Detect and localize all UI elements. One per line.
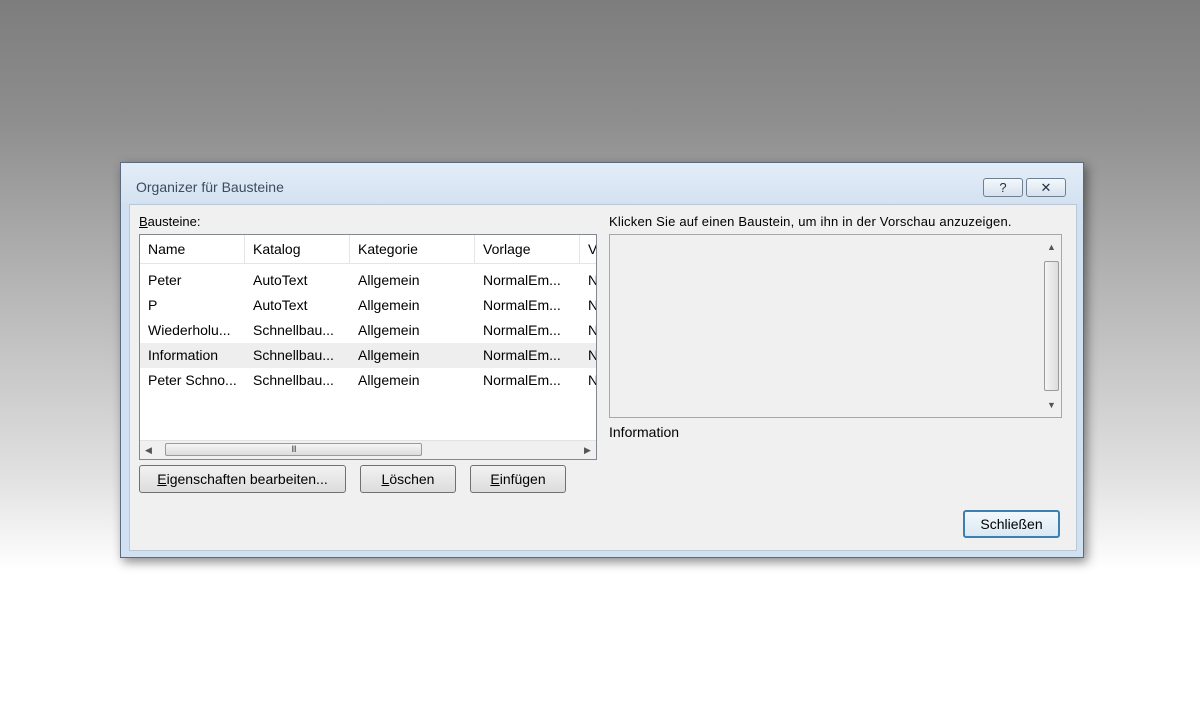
- cell-template: NormalEm...: [483, 322, 561, 338]
- cell-template: NormalEm...: [483, 297, 561, 313]
- vertical-scroll-thumb[interactable]: [1044, 261, 1059, 391]
- cell-template: NormalEm...: [483, 347, 561, 363]
- horizontal-scroll-thumb[interactable]: III: [165, 443, 422, 456]
- cell-template: NormalEm...: [483, 372, 561, 388]
- column-header-category[interactable]: Kategorie: [350, 235, 475, 263]
- cell-name: Peter Schno...: [148, 372, 237, 388]
- building-blocks-label: Bausteine:: [139, 214, 201, 229]
- cell-catalog: AutoText: [253, 297, 308, 313]
- cell-extra: N: [580, 368, 596, 393]
- insert-button[interactable]: Einfügen: [470, 465, 566, 493]
- help-icon: ?: [999, 180, 1007, 195]
- cell-catalog: AutoText: [253, 272, 308, 288]
- cell-extra: N: [580, 343, 596, 368]
- information-label: Information: [609, 424, 680, 440]
- table-row[interactable]: Peter Schno... Schnellbau... Allgemein N…: [140, 368, 596, 393]
- column-header-catalog[interactable]: Katalog: [245, 235, 350, 263]
- table-row-selected[interactable]: Information Schnellbau... Allgemein Norm…: [140, 343, 596, 368]
- scroll-right-icon[interactable]: ▶: [579, 441, 596, 459]
- organizer-dialog: Organizer für Bausteine ? ✕ Bausteine: N…: [120, 162, 1084, 558]
- title-bar[interactable]: Organizer für Bausteine ? ✕: [121, 163, 1083, 203]
- help-button[interactable]: ?: [983, 178, 1023, 197]
- cell-name: Wiederholu...: [148, 322, 231, 338]
- cell-catalog: Schnellbau...: [253, 322, 334, 338]
- cell-extra: N: [580, 318, 596, 343]
- preview-instruction: Klicken Sie auf einen Baustein, um ihn i…: [609, 214, 1012, 229]
- dialog-client-area: Bausteine: Name Katalog Kategorie Vorlag…: [129, 204, 1077, 551]
- scroll-left-icon[interactable]: ◀: [140, 441, 157, 459]
- scroll-down-icon[interactable]: ▼: [1042, 396, 1061, 414]
- edit-properties-button[interactable]: Eigenschaften bearbeiten...: [139, 465, 346, 493]
- cell-name: Information: [148, 347, 219, 363]
- dialog-title: Organizer für Bausteine: [136, 179, 284, 195]
- column-header-extra[interactable]: V: [580, 235, 596, 263]
- building-blocks-list[interactable]: Name Katalog Kategorie Vorlage V Peter A…: [139, 234, 597, 460]
- cell-category: Allgemein: [358, 272, 420, 288]
- preview-pane[interactable]: ▲ ▼: [609, 234, 1062, 418]
- cell-template: NormalEm...: [483, 272, 561, 288]
- vertical-scrollbar[interactable]: ▲ ▼: [1042, 235, 1061, 417]
- table-row[interactable]: P AutoText Allgemein NormalEm... N: [140, 293, 596, 318]
- scroll-up-icon[interactable]: ▲: [1042, 238, 1061, 256]
- table-row[interactable]: Wiederholu... Schnellbau... Allgemein No…: [140, 318, 596, 343]
- cell-extra: N: [580, 268, 596, 293]
- cell-category: Allgemein: [358, 372, 420, 388]
- column-header-name[interactable]: Name: [140, 235, 245, 263]
- cell-category: Allgemein: [358, 297, 420, 313]
- close-window-button[interactable]: ✕: [1026, 178, 1066, 197]
- list-header: Name Katalog Kategorie Vorlage V: [140, 235, 596, 264]
- cell-category: Allgemein: [358, 347, 420, 363]
- column-header-template[interactable]: Vorlage: [475, 235, 580, 263]
- table-row[interactable]: Peter AutoText Allgemein NormalEm... N: [140, 268, 596, 293]
- cell-category: Allgemein: [358, 322, 420, 338]
- cell-catalog: Schnellbau...: [253, 347, 334, 363]
- cell-extra: N: [580, 293, 596, 318]
- close-button[interactable]: Schließen: [963, 510, 1060, 538]
- cell-name: P: [148, 297, 158, 313]
- horizontal-scrollbar[interactable]: ◀ III ▶: [140, 440, 596, 459]
- close-icon: ✕: [1040, 180, 1052, 195]
- cell-name: Peter: [148, 272, 182, 288]
- cell-catalog: Schnellbau...: [253, 372, 334, 388]
- delete-button[interactable]: Löschen: [360, 465, 456, 493]
